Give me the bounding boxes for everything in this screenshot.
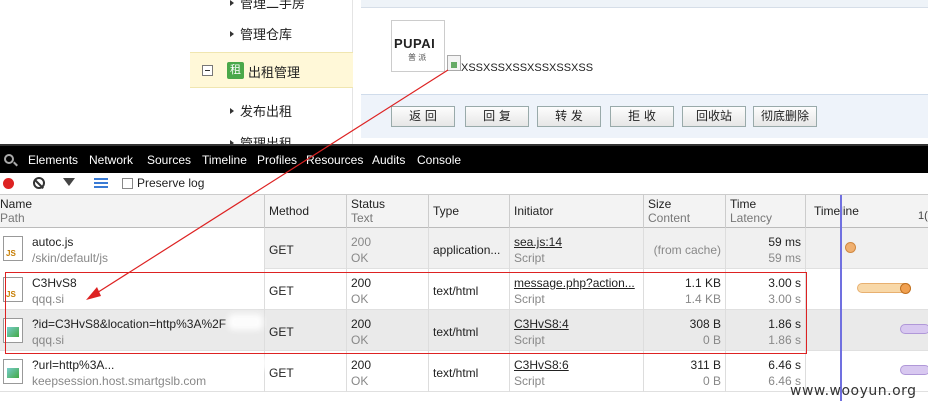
watermark: www.wooyun.org: [790, 383, 917, 399]
annotation-arrow-icon: [86, 69, 449, 300]
